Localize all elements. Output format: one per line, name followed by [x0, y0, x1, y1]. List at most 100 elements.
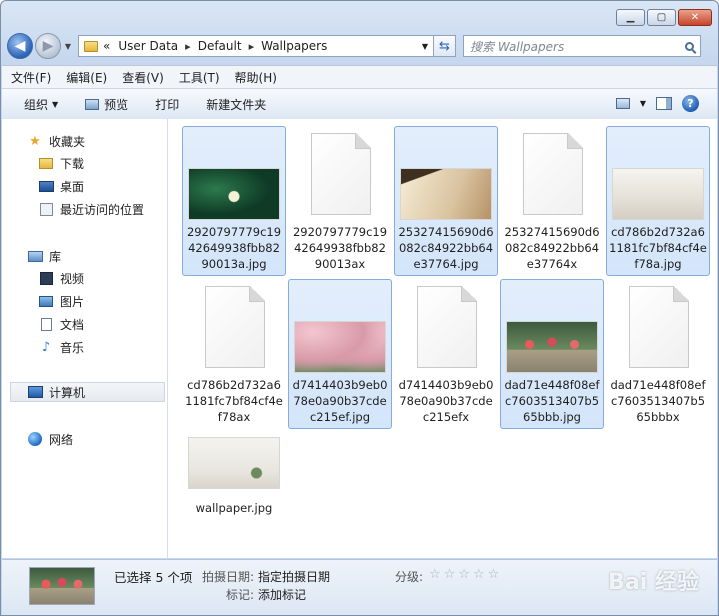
selection-thumbnail [29, 567, 95, 605]
menu-bar: 文件(F) 编辑(E) 查看(V) 工具(T) 帮助(H) [2, 65, 717, 88]
explorer-window: ▁ ▢ ✕ ◀ ▶ ▼ « User Data ▸ Default ▸ Wall… [0, 0, 719, 616]
image-thumbnail [612, 168, 704, 220]
print-label: 打印 [155, 97, 180, 112]
recent-pages-dropdown[interactable]: ▼ [62, 42, 74, 51]
preview-label: 预览 [104, 97, 129, 112]
breadcrumb-separator[interactable]: ▸ [185, 40, 191, 53]
menu-tools[interactable]: 工具(T) [179, 69, 220, 86]
selection-count: 已选择 5 个项 [114, 570, 193, 585]
sidebar-item-label: 网络 [49, 432, 74, 447]
preview-button[interactable]: 预览 [85, 96, 128, 113]
downloads-icon [38, 156, 54, 170]
network-icon [27, 432, 43, 446]
music-note-icon: ♪ [41, 339, 51, 355]
search-icon[interactable] [685, 41, 694, 51]
organize-button[interactable]: 组织 ▼ [24, 96, 58, 113]
sidebar-item-label: 最近访问的位置 [60, 202, 145, 217]
forward-button[interactable]: ▶ [35, 33, 61, 59]
recent-places-icon [38, 202, 54, 216]
breadcrumb-user-data[interactable]: User Data [118, 39, 178, 53]
generic-file-icon [205, 286, 265, 368]
breadcrumb-separator[interactable]: ▸ [249, 40, 255, 53]
window-controls: ▁ ▢ ✕ [616, 9, 712, 26]
generic-file-icon [629, 286, 689, 368]
image-thumbnail [294, 321, 386, 373]
command-bar: 组织 ▼ 预览 打印 新建文件夹 ▼ ? [2, 88, 717, 120]
file-name: wallpaper.jpg [195, 501, 273, 515]
minimize-button[interactable]: ▁ [616, 9, 645, 26]
file-item[interactable]: d7414403b9eb078e0a90b37cdec215ef.jpg [288, 279, 392, 429]
address-bar[interactable]: « User Data ▸ Default ▸ Wallpapers ▼ [78, 35, 434, 57]
sidebar-item-label: 文档 [60, 317, 85, 332]
date-taken-value[interactable]: 指定拍摄日期 [258, 568, 330, 585]
file-item[interactable]: 25327415690d6082c84922bb64e37764.jpg [394, 126, 498, 276]
image-thumbnail [400, 168, 492, 220]
search-placeholder: 搜索 Wallpapers [470, 39, 565, 54]
file-name: 25327415690d6082c84922bb64e37764x [504, 225, 600, 271]
sidebar-item-label: 图片 [60, 294, 85, 309]
rating-stars[interactable]: ☆☆☆☆☆ [429, 567, 502, 582]
menu-file[interactable]: 文件(F) [11, 69, 51, 86]
file-name: cd786b2d732a61181fc7bf84cf4ef78a.jpg [609, 225, 707, 271]
file-name: d7414403b9eb078e0a90b37cdec215ef.jpg [292, 378, 388, 424]
sidebar-item-computer[interactable]: 计算机 [10, 382, 165, 402]
back-button[interactable]: ◀ [7, 33, 33, 59]
file-item[interactable]: cd786b2d732a61181fc7bf84cf4ef78ax [182, 279, 286, 429]
file-item[interactable]: 25327415690d6082c84922bb64e37764x [500, 126, 604, 276]
computer-icon [27, 385, 43, 399]
generic-file-icon [523, 133, 583, 215]
generic-file-icon [417, 286, 477, 368]
document-icon [38, 317, 54, 331]
video-icon [38, 271, 54, 285]
menu-help[interactable]: 帮助(H) [235, 69, 277, 86]
maximize-button[interactable]: ▢ [647, 9, 676, 26]
sidebar-item-label: 收藏夹 [49, 134, 86, 149]
file-item[interactable]: 2920797779c1942649938fbb8290013ax [288, 126, 392, 276]
preview-pane-icon[interactable] [656, 97, 672, 110]
file-item[interactable]: cd786b2d732a61181fc7bf84cf4ef78a.jpg [606, 126, 710, 276]
navigation-pane: ★ 收藏夹 下载 桌面 最近访问的位置 库 视频 图片 文档 ♪ 音乐 计算机 … [2, 119, 168, 558]
image-thumbnail [506, 321, 598, 373]
close-button[interactable]: ✕ [678, 9, 712, 26]
file-item[interactable]: dad71e448f08efc7603513407b565bbb.jpg [500, 279, 604, 429]
file-item[interactable]: d7414403b9eb078e0a90b37cdec215efx [394, 279, 498, 429]
navigation-bar: ◀ ▶ ▼ « User Data ▸ Default ▸ Wallpapers… [7, 33, 712, 59]
view-options-dropdown[interactable]: ▼ [640, 99, 646, 108]
new-folder-label: 新建文件夹 [206, 97, 267, 112]
image-thumbnail [188, 168, 280, 220]
sidebar-item-label: 库 [49, 249, 62, 264]
new-folder-button[interactable]: 新建文件夹 [206, 96, 266, 113]
file-item[interactable]: dad71e448f08efc7603513407b565bbbx [606, 279, 710, 429]
sidebar-item-label: 下载 [60, 156, 85, 171]
date-taken-label: 拍摄日期: [202, 570, 255, 584]
file-item[interactable]: 2920797779c1942649938fbb8290013a.jpg [182, 126, 286, 276]
change-view-icon[interactable] [615, 98, 630, 109]
print-button[interactable]: 打印 [155, 96, 179, 113]
breadcrumb-default[interactable]: Default [198, 39, 242, 53]
menu-view[interactable]: 查看(V) [122, 69, 164, 86]
tags-value[interactable]: 添加标记 [258, 586, 306, 603]
rating-label: 分级: [395, 570, 424, 584]
library-icon [27, 249, 43, 263]
file-name: dad71e448f08efc7603513407b565bbb.jpg [504, 378, 600, 424]
file-name: dad71e448f08efc7603513407b565bbbx [610, 378, 706, 424]
help-icon[interactable]: ? [682, 95, 699, 112]
folder-icon [84, 40, 98, 52]
pictures-icon [38, 294, 54, 308]
sidebar-item-label: 视频 [60, 271, 85, 286]
breadcrumb-overflow[interactable]: « [103, 39, 110, 53]
search-input[interactable]: 搜索 Wallpapers [463, 35, 701, 57]
menu-edit[interactable]: 编辑(E) [66, 69, 107, 86]
sidebar-item-label: 计算机 [49, 385, 86, 400]
address-dropdown[interactable]: ▼ [417, 42, 433, 51]
file-item[interactable]: wallpaper.jpg [182, 432, 286, 527]
file-name: d7414403b9eb078e0a90b37cdec215efx [398, 378, 494, 424]
file-name: 2920797779c1942649938fbb8290013ax [292, 225, 388, 271]
breadcrumb-wallpapers[interactable]: Wallpapers [261, 39, 327, 53]
refresh-button[interactable]: ⇆ [434, 35, 456, 57]
image-thumbnail [188, 437, 280, 489]
file-name: 2920797779c1942649938fbb8290013a.jpg [186, 225, 282, 271]
star-icon: ★ [29, 133, 41, 149]
file-name: cd786b2d732a61181fc7bf84cf4ef78ax [185, 378, 283, 424]
desktop-icon [38, 179, 54, 193]
